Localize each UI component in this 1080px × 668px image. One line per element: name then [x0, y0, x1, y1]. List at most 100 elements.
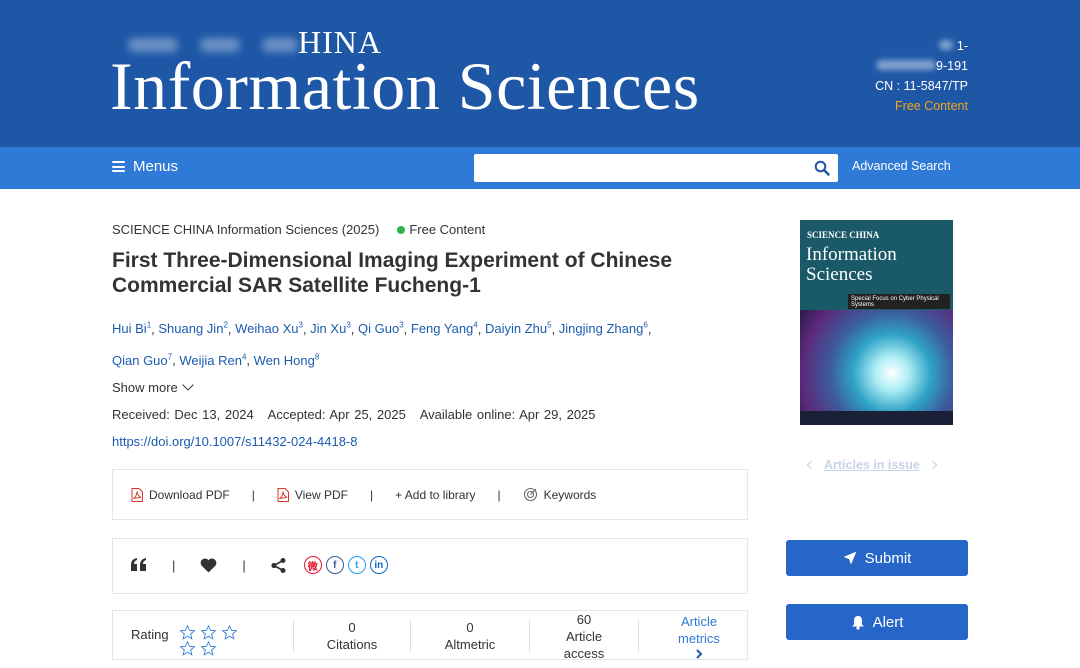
masthead: HINA Information Sciences 1- 9-191 CN : …	[0, 0, 1080, 147]
article-access-metric[interactable]: 60 Article access	[530, 611, 638, 661]
journal-cover-image[interactable]: SCIENCE CHINA Information Sciences Speci…	[800, 220, 953, 425]
share-bar: | | 微 f t in	[112, 538, 748, 594]
article-metrics-link[interactable]: Article metrics	[639, 611, 759, 661]
star-icon[interactable]	[200, 625, 217, 640]
journal-name: SCIENCE CHINA Information Sciences (2025…	[112, 222, 380, 237]
heart-icon[interactable]	[200, 558, 217, 573]
doi-link[interactable]: https://doi.org/10.1007/s11432-024-4418-…	[112, 434, 358, 449]
navbar: Menus Advanced Search	[0, 147, 1080, 189]
alert-label: Alert	[872, 613, 904, 631]
view-pdf-label: View PDF	[294, 487, 348, 502]
received-date: Received: Dec 13, 2024	[112, 407, 254, 422]
author-name: Hui Bi	[112, 321, 147, 337]
author-name: Weihao Xu	[235, 321, 299, 337]
author-link[interactable]: Jingjing Zhang6	[559, 321, 648, 336]
separator: |	[497, 487, 501, 502]
show-more-button[interactable]: Show more	[112, 379, 194, 395]
search-icon[interactable]	[814, 160, 830, 176]
linkedin-icon[interactable]: in	[369, 556, 388, 574]
article-title: First Three-Dimensional Imaging Experime…	[112, 249, 673, 297]
chevron-right-icon	[696, 649, 703, 659]
hamburger-icon	[112, 161, 125, 172]
submit-label: Submit	[864, 549, 912, 567]
cover-title: Information Sciences	[806, 244, 897, 285]
metrics-bar: Rating 0 Citations 0 Altmetric 60 Articl…	[112, 610, 748, 661]
author-list: Hui Bi1, Shuang Jin2, Weihao Xu3, Jin Xu…	[112, 312, 722, 375]
altmetric-metric[interactable]: 0 Altmetric	[411, 611, 529, 661]
free-content-dot-icon	[397, 225, 406, 234]
cover-footer	[800, 411, 953, 425]
view-pdf-button[interactable]: View PDF	[277, 487, 348, 502]
free-content-link[interactable]: Free Content	[875, 96, 968, 116]
pdf-icon	[131, 487, 143, 502]
author-link[interactable]: Wen Hong8	[253, 352, 320, 368]
journal-line: SCIENCE CHINA Information Sciences (2025…	[112, 222, 485, 237]
download-pdf-button[interactable]: Download PDF	[131, 487, 230, 502]
citations-metric[interactable]: 0 Citations	[294, 611, 410, 661]
author-name: Qi Guo	[358, 321, 400, 337]
separator: |	[369, 487, 374, 502]
article-metrics-line-2: metrics	[678, 631, 720, 646]
keywords-button[interactable]: Keywords	[523, 487, 596, 502]
separator: |	[172, 557, 176, 573]
send-icon	[843, 551, 857, 565]
cover-special-focus: Special Focus on Cyber Physical Systems	[848, 294, 950, 309]
chevron-down-icon	[182, 379, 194, 391]
star-icon[interactable]	[221, 625, 238, 640]
author-link[interactable]: Daiyin Zhu5	[485, 321, 552, 336]
issn-line-1: 1-	[875, 36, 968, 56]
accepted-date: Accepted: Apr 25, 2025	[267, 407, 406, 422]
article-dates: Received: Dec 13, 2024 Accepted: Apr 25,…	[112, 407, 606, 422]
add-to-library-label: + Add to library	[395, 487, 476, 502]
chevron-right-icon[interactable]	[928, 460, 938, 470]
citations-value: 0	[348, 620, 356, 635]
separator: |	[242, 557, 246, 573]
add-to-library-button[interactable]: + Add to library	[395, 488, 475, 502]
author-separator: ,	[350, 321, 358, 337]
articles-in-issue-label: Articles in issue	[824, 458, 920, 472]
menus-label: Menus	[133, 158, 179, 175]
search-input[interactable]	[480, 158, 800, 178]
author-link[interactable]: Weijia Ren4	[179, 352, 246, 368]
pdf-icon	[277, 487, 289, 502]
author-link[interactable]: Shuang Jin2	[158, 321, 228, 336]
author-link[interactable]: Qian Guo7	[112, 352, 172, 368]
author-separator: ,	[477, 321, 485, 337]
star-icon[interactable]	[179, 641, 196, 656]
share-icon[interactable]	[271, 557, 286, 573]
twitter-icon[interactable]: t	[347, 556, 366, 574]
star-icon[interactable]	[179, 625, 196, 640]
star-icon[interactable]	[200, 641, 217, 656]
weibo-icon[interactable]: 微	[303, 556, 322, 574]
quote-icon[interactable]	[131, 558, 147, 572]
advanced-search-link[interactable]: Advanced Search	[852, 159, 951, 173]
author-name: Shuang Jin	[158, 321, 224, 337]
author-separator: ,	[551, 321, 559, 337]
access-value: 60	[576, 611, 592, 627]
separator: |	[251, 487, 255, 502]
author-link[interactable]: Feng Yang4	[411, 321, 478, 336]
menus-button[interactable]: Menus	[112, 158, 178, 175]
author-link[interactable]: Weihao Xu3	[235, 321, 303, 336]
search-box	[474, 154, 838, 182]
author-name: Wen Hong	[253, 352, 315, 368]
author-name: Qian Guo	[112, 352, 168, 368]
author-link[interactable]: Jin Xu3	[310, 321, 351, 336]
rating-stars	[179, 625, 245, 656]
journal-logo[interactable]: Information Sciences	[110, 48, 700, 124]
author-separator: ,	[246, 352, 254, 368]
altmetric-label: Altmetric	[444, 637, 496, 652]
issn-block: 1- 9-191 CN : 11-5847/TP Free Content	[875, 36, 968, 116]
chevron-left-icon[interactable]	[806, 460, 816, 470]
facebook-icon[interactable]: f	[325, 556, 344, 574]
author-name: Jingjing Zhang	[558, 321, 644, 337]
alert-button[interactable]: Alert	[786, 604, 968, 640]
author-link[interactable]: Hui Bi1	[112, 321, 151, 336]
available-date: Available online: Apr 29, 2025	[419, 407, 596, 422]
author-link[interactable]: Qi Guo3	[358, 321, 404, 336]
author-name: Weijia Ren	[179, 352, 242, 368]
show-more-label: Show more	[112, 380, 178, 395]
download-pdf-label: Download PDF	[149, 487, 230, 502]
submit-button[interactable]: Submit	[786, 540, 968, 576]
articles-in-issue-nav[interactable]: Articles in issue	[806, 458, 938, 472]
